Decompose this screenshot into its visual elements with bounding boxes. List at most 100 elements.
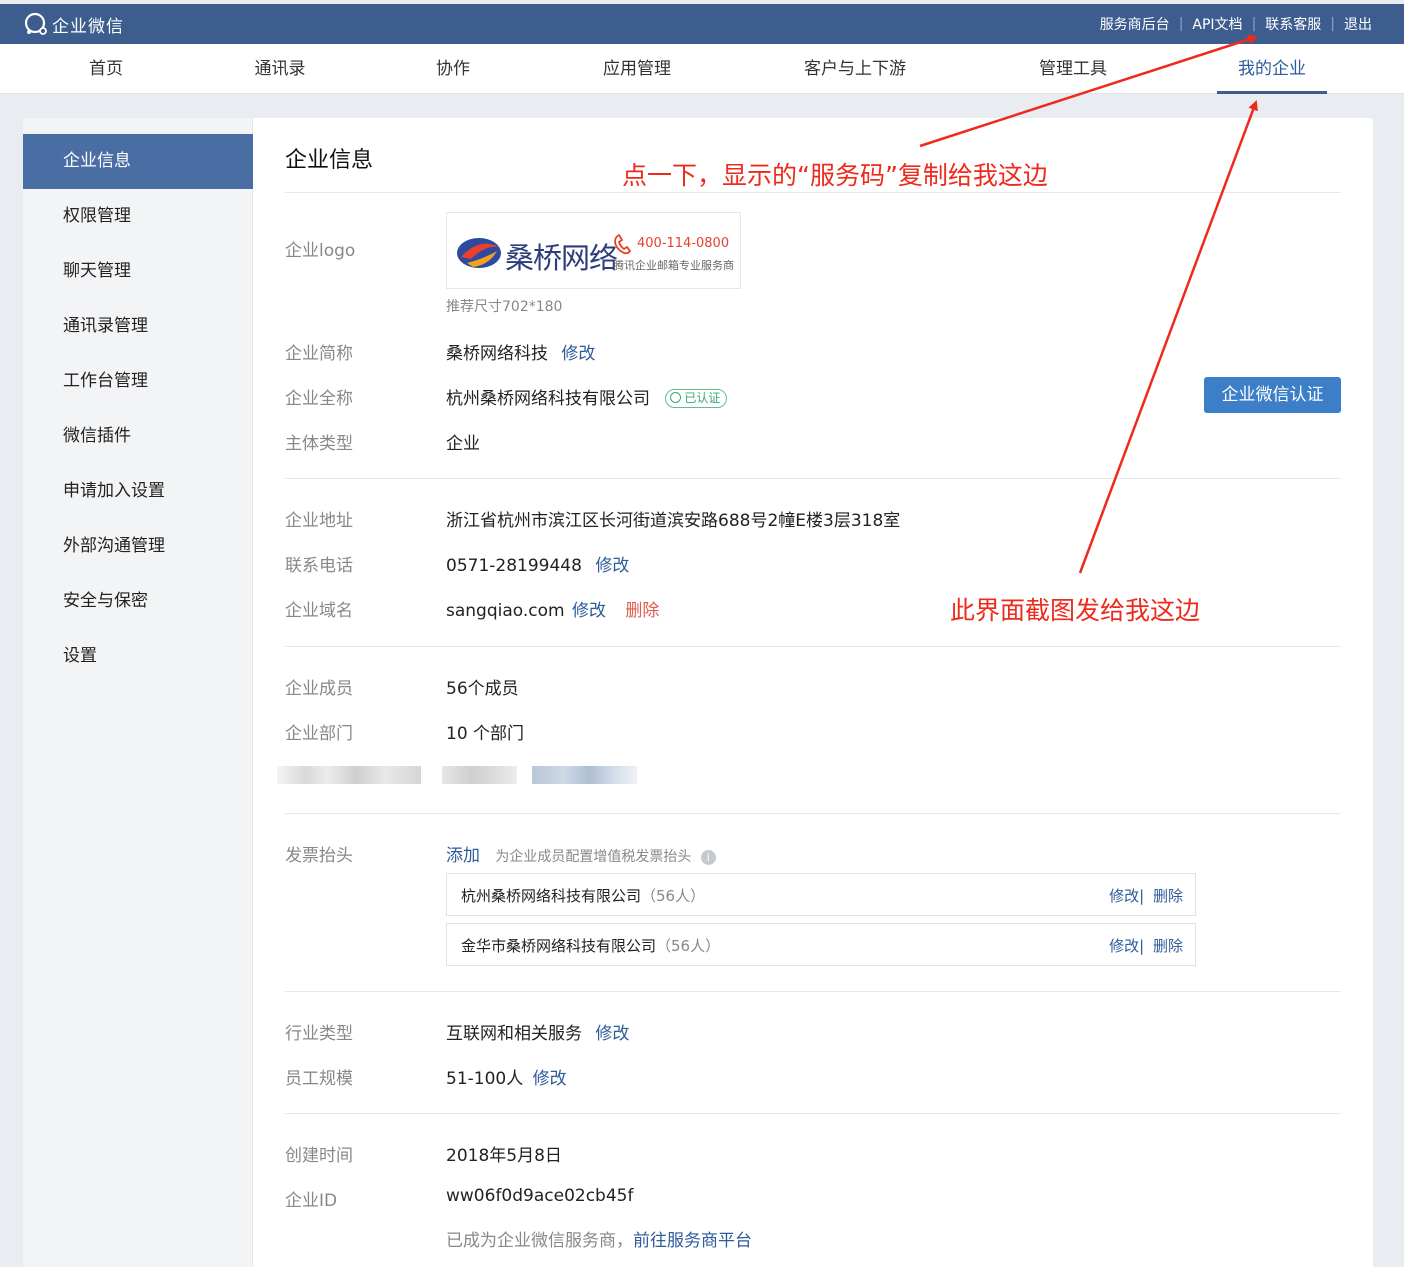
annotation-bottom: 此界面截图发给我这边 <box>950 596 1201 625</box>
domain-label: 企业域名 <box>285 601 353 621</box>
edit-invoice-link[interactable]: 修改 <box>1109 937 1139 955</box>
contact-support-link[interactable]: 联系客服 <box>1265 14 1321 34</box>
divider <box>285 646 1341 647</box>
sidebar-item-security[interactable]: 安全与保密 <box>23 574 253 629</box>
sidebar-item-join-settings[interactable]: 申请加入设置 <box>23 464 253 519</box>
nav-app-management[interactable]: 应用管理 <box>595 44 679 94</box>
phone-row: 0571-28199448 修改 <box>446 551 629 576</box>
main-panel: 企业信息 企业logo 桑桥网络 400-114-0800 腾讯企业邮箱专业服务… <box>277 118 1341 1267</box>
scale-row: 51-100人 修改 <box>446 1064 567 1089</box>
divider <box>285 1113 1341 1114</box>
separator: | <box>1330 16 1335 32</box>
nav-contacts[interactable]: 通讯录 <box>247 44 313 94</box>
invoice-name: 杭州桑桥网络科技有限公司（56人） <box>461 887 706 905</box>
industry-row: 互联网和相关服务 修改 <box>446 1019 629 1044</box>
logout-link[interactable]: 退出 <box>1344 14 1372 34</box>
redacted-label <box>277 766 421 784</box>
nav-home[interactable]: 首页 <box>76 44 136 94</box>
edit-invoice-link[interactable]: 修改 <box>1109 887 1139 905</box>
invoice-name: 金华市桑桥网络科技有限公司（56人） <box>461 937 721 955</box>
address-label: 企业地址 <box>285 511 353 531</box>
entity-type-value: 企业 <box>446 434 480 454</box>
address-value: 浙江省杭州市滨江区长河街道滨安路688号2幢E楼3层318室 <box>446 511 901 531</box>
members-label: 企业成员 <box>285 679 353 699</box>
corp-id-value: ww06f0d9ace02cb45f <box>446 1186 634 1206</box>
delete-invoice-link[interactable]: 删除 <box>1153 937 1183 955</box>
logo-tagline: 腾讯企业邮箱专业服务商 <box>613 259 734 272</box>
created-label: 创建时间 <box>285 1146 353 1166</box>
departments-label: 企业部门 <box>285 724 353 744</box>
scale-label: 员工规模 <box>285 1069 353 1089</box>
full-name-value: 杭州桑桥网络科技有限公司 <box>446 389 650 409</box>
delete-domain-link[interactable]: 删除 <box>625 601 659 621</box>
provider-platform-link[interactable]: 前往服务商平台 <box>633 1231 752 1251</box>
scale-value: 51-100人 <box>446 1069 524 1089</box>
short-name-label: 企业简称 <box>285 344 353 364</box>
invoice-header-row: 添加 为企业成员配置增值税发票抬头 i <box>446 841 716 866</box>
nav-collaboration[interactable]: 协作 <box>428 44 478 94</box>
edit-phone-link[interactable]: 修改 <box>595 556 629 576</box>
divider <box>285 192 1341 193</box>
page-title: 企业信息 <box>285 148 374 173</box>
industry-label: 行业类型 <box>285 1024 353 1044</box>
edit-short-name-link[interactable]: 修改 <box>561 344 595 364</box>
provider-backend-link[interactable]: 服务商后台 <box>1100 14 1170 34</box>
divider <box>285 478 1341 479</box>
content-card: 企业信息 权限管理 聊天管理 通讯录管理 工作台管理 微信插件 申请加入设置 外… <box>23 118 1373 1267</box>
api-docs-link[interactable]: API文档 <box>1192 14 1242 34</box>
phone-value: 0571-28199448 <box>446 556 582 576</box>
add-invoice-link[interactable]: 添加 <box>446 846 480 866</box>
divider <box>285 813 1341 814</box>
sidebar-item-workbench[interactable]: 工作台管理 <box>23 354 253 409</box>
provider-row: 已成为企业微信服务商，前往服务商平台 <box>446 1226 752 1251</box>
invoice-actions: 修改| 删除 <box>1109 937 1183 955</box>
edit-industry-link[interactable]: 修改 <box>595 1024 629 1044</box>
top-links: 服务商后台 | API文档 | 联系客服 | 退出 <box>1100 14 1372 34</box>
domain-value: sangqiao.com <box>446 601 565 621</box>
phone-icon <box>613 233 633 255</box>
sangqiao-logo-icon <box>457 238 501 268</box>
sidebar-item-chat[interactable]: 聊天管理 <box>23 244 253 299</box>
full-name-label: 企业全称 <box>285 389 353 409</box>
app-logo[interactable]: 企业微信 <box>22 10 124 38</box>
sidebar-item-company-info[interactable]: 企业信息 <box>23 134 253 189</box>
members-value: 56个成员 <box>446 679 519 699</box>
company-logo[interactable]: 桑桥网络 400-114-0800 腾讯企业邮箱专业服务商 <box>446 212 741 289</box>
nav-management-tools[interactable]: 管理工具 <box>1031 44 1115 94</box>
invoice-label: 发票抬头 <box>285 846 353 866</box>
invoice-actions: 修改| 删除 <box>1109 887 1183 905</box>
invoice-item: 杭州桑桥网络科技有限公司（56人） 修改| 删除 <box>446 873 1196 916</box>
nav-customers[interactable]: 客户与上下游 <box>797 44 913 94</box>
main-nav: 首页 通讯录 协作 应用管理 客户与上下游 管理工具 我的企业 <box>0 44 1404 94</box>
info-icon[interactable]: i <box>700 850 716 865</box>
sidebar: 企业信息 权限管理 聊天管理 通讯录管理 工作台管理 微信插件 申请加入设置 外… <box>23 118 253 1267</box>
nav-my-company[interactable]: 我的企业 <box>1217 44 1327 94</box>
redacted-value <box>442 766 517 784</box>
corp-id-label: 企业ID <box>285 1191 338 1211</box>
logo-size-hint: 推荐尺寸702*180 <box>446 299 563 315</box>
sidebar-item-contacts[interactable]: 通讯录管理 <box>23 299 253 354</box>
edit-scale-link[interactable]: 修改 <box>533 1069 567 1089</box>
provider-note: 已成为企业微信服务商， <box>446 1231 633 1251</box>
sidebar-item-external[interactable]: 外部沟通管理 <box>23 519 253 574</box>
separator: | <box>1251 16 1257 32</box>
annotation-top: 点一下，显示的“服务码”复制给我这边 <box>622 161 1048 190</box>
domain-row: sangqiao.com 修改 删除 <box>446 596 659 621</box>
departments-value: 10 个部门 <box>446 724 525 744</box>
logo-brand-text: 桑桥网络 <box>505 241 618 275</box>
created-value: 2018年5月8日 <box>446 1146 562 1166</box>
industry-value: 互联网和相关服务 <box>446 1024 582 1044</box>
edit-domain-link[interactable]: 修改 <box>572 601 606 621</box>
logo-label: 企业logo <box>285 241 356 261</box>
logo-phone-text: 400-114-0800 <box>637 236 730 251</box>
wework-auth-button[interactable]: 企业微信认证 <box>1204 377 1341 413</box>
sidebar-item-permissions[interactable]: 权限管理 <box>23 189 253 244</box>
verified-badge: 已认证 <box>665 389 728 408</box>
sidebar-item-settings[interactable]: 设置 <box>23 629 253 684</box>
phone-label: 联系电话 <box>285 556 353 576</box>
wework-logo-icon <box>24 12 47 35</box>
sidebar-item-wechat-plugin[interactable]: 微信插件 <box>23 409 253 464</box>
invoice-hint: 为企业成员配置增值税发票抬头 <box>495 849 692 865</box>
delete-invoice-link[interactable]: 删除 <box>1153 887 1183 905</box>
separator: | <box>1178 16 1184 32</box>
